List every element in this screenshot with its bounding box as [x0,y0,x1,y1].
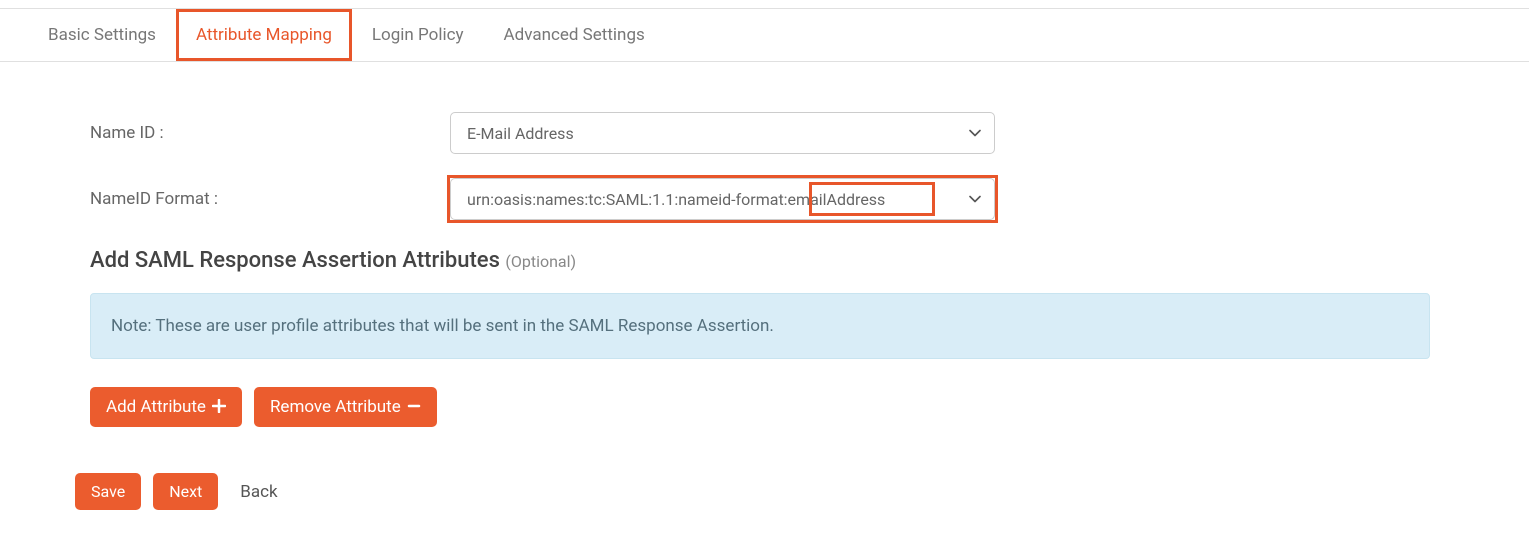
section-title-text: Add SAML Response Assertion Attributes [90,248,505,273]
tabs: Basic Settings Attribute Mapping Login P… [0,9,1529,62]
add-attribute-button[interactable]: Add Attribute [90,387,242,427]
nameid-row: Name ID : E-Mail Address [90,112,1430,154]
tab-attribute-mapping[interactable]: Attribute Mapping [176,9,352,61]
nameid-select-wrapper: E-Mail Address [450,112,995,154]
remove-attribute-label: Remove Attribute [270,397,401,417]
nameid-format-row: NameID Format : urn:oasis:names:tc:SAML:… [90,178,1430,220]
tab-login-policy[interactable]: Login Policy [352,9,484,61]
remove-attribute-button[interactable]: Remove Attribute [254,387,437,427]
plus-icon [212,399,226,416]
add-attribute-label: Add Attribute [106,397,206,417]
minus-icon [407,399,421,416]
content: Name ID : E-Mail Address NameID Format :… [0,62,1500,530]
nameid-label: Name ID : [90,123,450,143]
save-button[interactable]: Save [75,473,141,510]
next-button[interactable]: Next [153,473,218,510]
back-link[interactable]: Back [230,482,277,502]
nameid-format-select-wrapper: urn:oasis:names:tc:SAML:1.1:nameid-forma… [450,178,995,220]
nameid-select[interactable]: E-Mail Address [450,112,995,154]
action-buttons: Save Next Back [75,473,1430,510]
nameid-format-label: NameID Format : [90,189,450,209]
section-optional: (Optional) [505,252,576,271]
attribute-buttons: Add Attribute Remove Attribute [90,387,1430,427]
nameid-format-select[interactable]: urn:oasis:names:tc:SAML:1.1:nameid-forma… [450,178,995,220]
tab-basic-settings[interactable]: Basic Settings [28,9,176,61]
note-box: Note: These are user profile attributes … [90,293,1430,359]
tab-advanced-settings[interactable]: Advanced Settings [484,9,665,61]
section-title: Add SAML Response Assertion Attributes (… [90,248,1430,273]
